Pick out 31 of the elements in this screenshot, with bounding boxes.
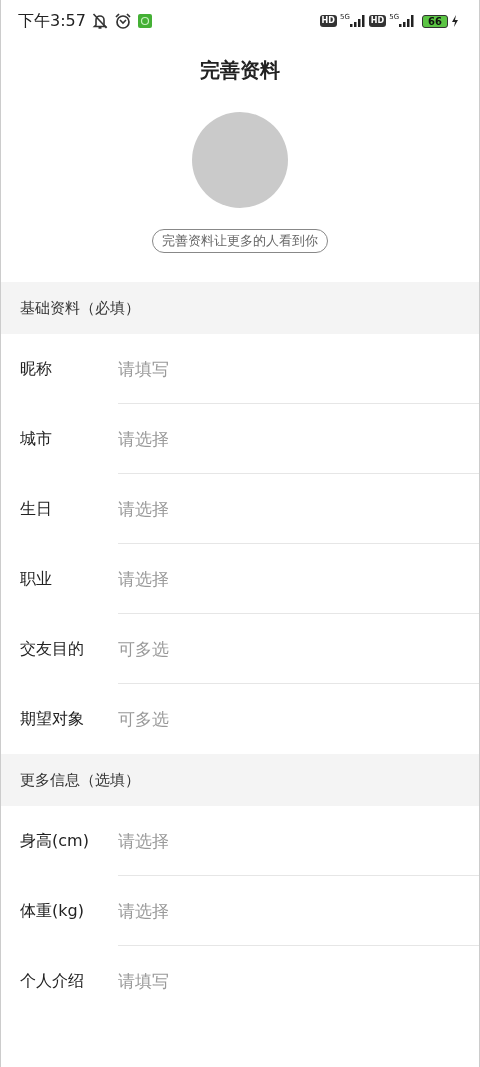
input-field[interactable]: 可多选	[118, 639, 459, 659]
status-time: 下午3:57	[18, 10, 86, 32]
signal-icon	[349, 15, 366, 27]
field-label: 体重(kg)	[19, 900, 85, 922]
input-field[interactable]: 请选择	[118, 499, 459, 519]
section-header: 基础资料（必填）	[1, 282, 479, 334]
charging-bolt-icon	[451, 15, 459, 27]
input-field[interactable]: 请选择	[118, 569, 459, 589]
app-notification-icon	[137, 14, 152, 28]
signal-icon	[399, 15, 416, 27]
field-label: 城市	[19, 428, 53, 450]
input-field[interactable]: 请选择	[118, 831, 459, 851]
battery-indicator: 66	[422, 14, 448, 28]
input-field[interactable]: 可多选	[118, 709, 459, 729]
input-field[interactable]: 请填写	[118, 971, 459, 991]
field-label: 生日	[19, 498, 53, 520]
field-label: 期望对象	[19, 708, 85, 730]
field-label: 交友目的	[19, 638, 85, 660]
field-label: 职业	[19, 568, 53, 590]
bell-off-icon	[91, 12, 108, 30]
section-header: 更多信息（选填）	[1, 754, 479, 806]
hd-badge: HD	[368, 15, 387, 27]
input-field[interactable]: 请选择	[118, 901, 459, 921]
input-field[interactable]: 请填写	[118, 359, 459, 379]
field-label: 个人介绍	[19, 970, 85, 992]
page-title: 完善资料	[199, 57, 281, 84]
input-field[interactable]: 请选择	[118, 429, 459, 449]
alarm-clock-icon	[113, 12, 132, 30]
hd-badge: HD	[319, 15, 337, 27]
field-label: 昵称	[19, 358, 53, 380]
field-label: 身高(cm)	[19, 830, 90, 852]
